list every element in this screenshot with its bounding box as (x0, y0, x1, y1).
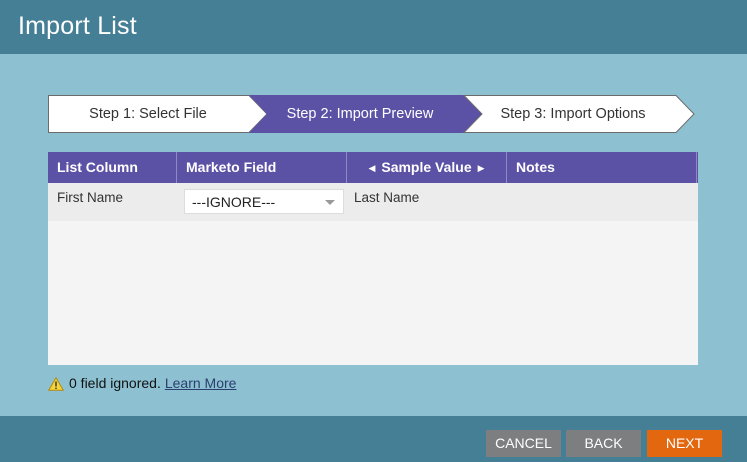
column-header-marketo-field: Marketo Field (177, 152, 347, 183)
column-header-list-column: List Column (48, 152, 177, 183)
next-button[interactable]: NEXT (647, 430, 722, 457)
table-row: First Name ---IGNORE--- Last Name (48, 183, 698, 221)
warning-text: 0 field ignored. (69, 375, 161, 391)
dialog-header: Import List (0, 0, 747, 54)
next-sample-icon[interactable]: ▶ (472, 163, 491, 173)
cancel-button[interactable]: CANCEL (486, 430, 561, 457)
dialog-title: Import List (18, 12, 137, 40)
step-import-preview[interactable]: Step 2: Import Preview (270, 95, 450, 133)
warning-triangle-icon (48, 377, 64, 391)
back-button[interactable]: BACK (566, 430, 641, 457)
table-header: List Column Marketo Field ◀ Sample Value ▶… (48, 152, 698, 183)
import-stepper: Step 1: Select File Step 2: Import Previ… (48, 95, 698, 133)
list-column-cell: First Name (57, 190, 124, 205)
learn-more-link[interactable]: Learn More (165, 375, 237, 391)
step-import-options[interactable]: Step 3: Import Options (473, 95, 673, 133)
sample-value-label: Sample Value (381, 159, 472, 175)
marketo-field-value: ---IGNORE--- (192, 194, 276, 210)
warning-text-wrap: 0 field ignored. Learn More (69, 375, 236, 391)
preview-table: List Column Marketo Field ◀ Sample Value ▶… (48, 152, 698, 365)
chevron-down-icon (325, 200, 335, 205)
prev-sample-icon[interactable]: ◀ (362, 163, 381, 173)
column-header-sample-value: ◀ Sample Value ▶ (347, 152, 507, 183)
dialog-footer: CANCEL BACK NEXT (0, 416, 747, 462)
step-select-file[interactable]: Step 1: Select File (48, 95, 248, 133)
marketo-field-select[interactable]: ---IGNORE--- (184, 189, 344, 214)
column-header-notes: Notes (507, 152, 697, 183)
sample-value-cell: Last Name (354, 190, 420, 205)
